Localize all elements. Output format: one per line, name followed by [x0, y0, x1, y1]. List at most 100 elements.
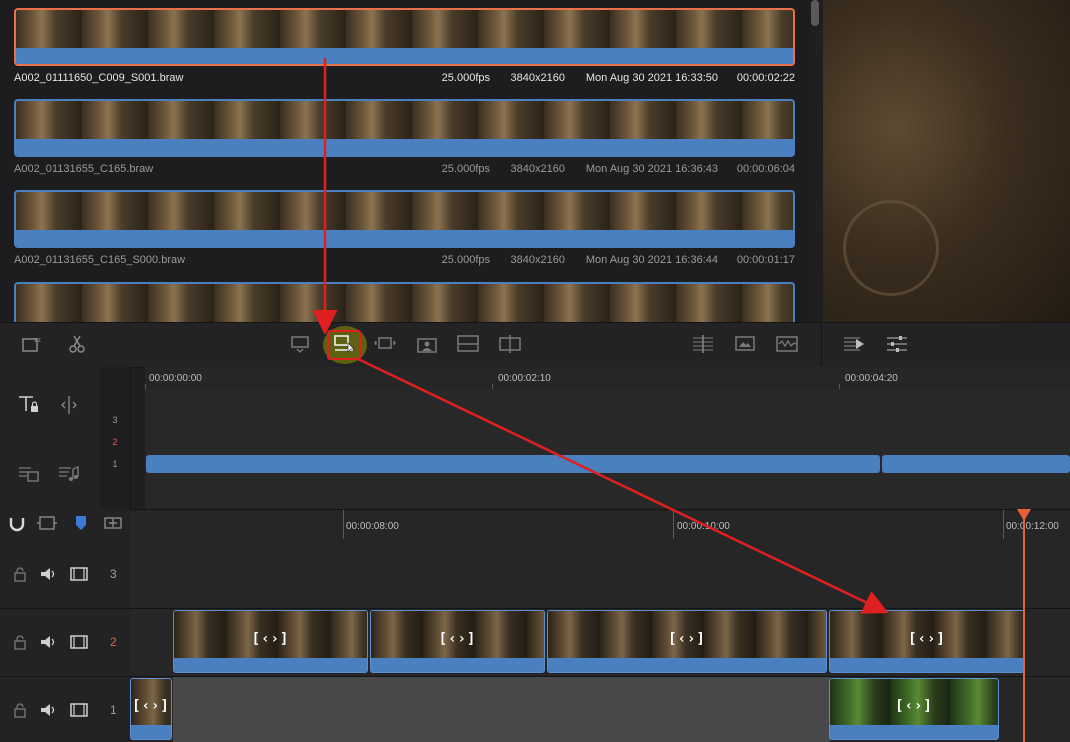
timeline-clip[interactable]: [‹›]	[829, 610, 1025, 673]
lock-icon[interactable]	[11, 566, 29, 582]
clip-info-row[interactable]: A002_01131655_C165.braw 25.000fps 3840x2…	[14, 163, 795, 179]
lock-track-icon[interactable]	[16, 393, 42, 417]
track-number: 2	[112, 437, 118, 447]
clip-resolution: 3840x2160	[510, 163, 565, 175]
playhead-handle[interactable]	[1017, 509, 1031, 521]
clip-audio-bar	[16, 230, 793, 246]
clip-info-row[interactable]: A002_01131655_C165_S000.braw 25.000fps 3…	[14, 254, 795, 270]
clip-name: A002_01131655_C165.braw	[14, 163, 154, 175]
clip-duration: 00:00:06:04	[736, 163, 795, 175]
razor-icon[interactable]	[64, 332, 90, 356]
transform-icon: [‹›]	[668, 630, 706, 647]
media-pool: A002_01111650_C009_S001.braw 25.000fps 3…	[0, 0, 810, 322]
clip-duration: 00:00:02:22	[736, 72, 795, 84]
speaker-icon[interactable]	[39, 566, 57, 582]
track-number: 3	[110, 567, 117, 581]
clip-fps: 25.000fps	[441, 72, 490, 84]
zoom-icon[interactable]	[100, 511, 126, 535]
media-pool-scrollbar[interactable]	[811, 0, 819, 26]
upper-track-numbers: 3 2 1	[100, 367, 130, 509]
clip-duration: 00:00:01:17	[736, 254, 795, 266]
clip-name: A002_01111650_C009_S001.braw	[14, 72, 184, 84]
match-frame-icon[interactable]	[690, 332, 716, 356]
clip-date: Mon Aug 30 2021 16:36:44	[585, 254, 718, 266]
track-header-v2: 2	[0, 609, 130, 677]
clip-bar	[830, 725, 998, 739]
clip-info-row[interactable]: A002_01111650_C009_S001.braw 25.000fps 3…	[14, 72, 795, 88]
clip-thumbnail-strip[interactable]	[14, 190, 795, 248]
film-icon[interactable]	[70, 566, 88, 582]
track-v3[interactable]	[130, 539, 1070, 609]
transform-icon: [‹›]	[908, 630, 946, 647]
clip-audio-bar	[16, 48, 793, 64]
trim-icon[interactable]	[56, 393, 82, 417]
settings-sliders-icon[interactable]	[884, 332, 910, 356]
close-up-icon[interactable]	[414, 332, 440, 356]
clip-thumbnails	[16, 101, 793, 139]
upper-timeline-ruler[interactable]: 00:00:00:00 00:00:02:10 00:00:04:20	[145, 367, 1070, 389]
clip-bar	[174, 658, 367, 672]
snapping-icon[interactable]	[4, 511, 30, 535]
speaker-icon[interactable]	[39, 634, 57, 650]
clip-bar	[131, 725, 171, 739]
place-on-top-icon[interactable]	[455, 332, 481, 356]
video-track-options-icon[interactable]	[16, 462, 42, 486]
upper-timeline-clip[interactable]	[882, 455, 1070, 473]
speaker-icon[interactable]	[39, 702, 57, 718]
transform-icon: [‹›]	[251, 630, 290, 647]
timeline-tools	[0, 509, 130, 539]
transform-icon: [‹›]	[132, 697, 170, 714]
clip-thumbnails	[16, 10, 793, 48]
audio-waveform-icon[interactable]	[774, 332, 800, 356]
timeline-clip[interactable]: [‹›]	[829, 678, 999, 740]
track-number: 2	[110, 635, 117, 649]
upper-timeline-clip[interactable]	[146, 455, 880, 473]
clip-date: Mon Aug 30 2021 16:36:43	[585, 163, 718, 175]
clip-audio-bar	[16, 139, 793, 155]
audio-track-options-icon[interactable]	[56, 462, 82, 486]
viewer	[823, 0, 1070, 322]
ripple-overwrite-icon[interactable]	[372, 332, 398, 356]
track-header-v3: 3	[0, 539, 130, 609]
ruler-label: 00:00:00:00	[149, 373, 202, 384]
timeline-clip[interactable]: [‹›]	[173, 610, 368, 673]
timeline-clip[interactable]: [‹›]	[370, 610, 545, 673]
film-icon[interactable]	[70, 702, 88, 718]
lower-timeline-ruler[interactable]: 00:00:08:00 00:00:10:00 00:00:12:00	[130, 509, 1070, 540]
clip-thumbnails	[16, 284, 793, 322]
clip-bar	[548, 658, 826, 672]
clip-resolution: 3840x2160	[510, 72, 565, 84]
track-number: 1	[110, 703, 117, 717]
smart-insert-icon[interactable]	[287, 332, 313, 356]
playhead[interactable]	[1023, 509, 1025, 742]
render-icon[interactable]	[841, 332, 867, 356]
ruler-label: 00:00:02:10	[498, 373, 551, 384]
film-icon[interactable]	[70, 634, 88, 650]
ruler-label: 00:00:04:20	[845, 373, 898, 384]
transform-icon: [‹›]	[895, 697, 933, 714]
viewer-mode-icon[interactable]	[732, 332, 758, 356]
marker-icon[interactable]	[68, 511, 94, 535]
source-overwrite-icon[interactable]	[497, 332, 523, 356]
ruler-label: 00:00:08:00	[346, 521, 399, 532]
clip-name: A002_01131655_C165_S000.braw	[14, 254, 186, 266]
ruler-tick	[492, 384, 493, 389]
track-number: 3	[112, 415, 118, 425]
clip-thumbnail-strip[interactable]	[14, 99, 795, 157]
audio-scrub-icon[interactable]	[34, 511, 60, 535]
clip-bar	[830, 658, 1024, 672]
timeline-clip[interactable]: [‹›]	[547, 610, 827, 673]
clip-thumbnail-strip[interactable]	[14, 282, 795, 322]
track-number: 1	[112, 459, 118, 469]
track-header-v1: 1	[0, 677, 130, 742]
clip-thumbnail-strip[interactable]	[14, 8, 795, 66]
ruler-label: 00:00:12:00	[1006, 521, 1059, 532]
ruler-tick	[673, 510, 674, 540]
timeline-clip[interactable]: [‹›]	[130, 678, 172, 740]
source-tape-icon[interactable]: zz	[20, 332, 46, 356]
ruler-tick	[145, 384, 146, 389]
lock-icon[interactable]	[11, 634, 29, 650]
lock-icon[interactable]	[11, 702, 29, 718]
timeline-gap[interactable]	[173, 677, 830, 742]
ruler-tick	[1003, 510, 1004, 540]
